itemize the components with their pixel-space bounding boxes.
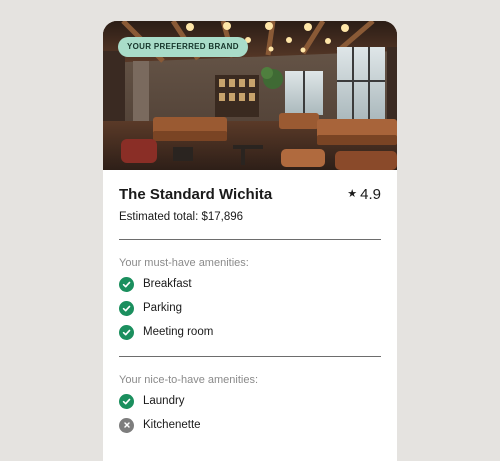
must-have-heading: Your must-have amenities: — [119, 257, 249, 269]
amenity-item-kitchenette: Kitchenette — [119, 417, 381, 433]
divider — [119, 239, 381, 240]
hotel-photo: YOUR PREFERRED BRAND — [103, 21, 397, 170]
check-icon — [119, 324, 134, 340]
amenity-label: Laundry — [143, 395, 185, 407]
divider — [119, 356, 381, 357]
amenity-label: Breakfast — [143, 278, 192, 290]
must-have-list: Breakfast Parking Meeting room — [119, 276, 381, 340]
amenity-label: Parking — [143, 302, 182, 314]
estimated-total: Estimated total: $17,896 — [119, 211, 244, 223]
nice-to-have-list: Laundry Kitchenette — [119, 393, 381, 433]
amenity-item-parking: Parking — [119, 300, 381, 316]
check-icon — [119, 393, 134, 409]
amenity-label: Kitchenette — [143, 419, 201, 431]
check-icon — [119, 276, 134, 292]
amenity-label: Meeting room — [143, 326, 214, 338]
rating: ★ 4.9 — [347, 186, 381, 203]
hotel-card[interactable]: YOUR PREFERRED BRAND The Standard Wichit… — [103, 21, 397, 461]
close-icon — [119, 417, 134, 433]
preferred-brand-badge: YOUR PREFERRED BRAND — [118, 37, 248, 57]
amenity-item-breakfast: Breakfast — [119, 276, 381, 292]
amenity-item-meeting-room: Meeting room — [119, 324, 381, 340]
hotel-name[interactable]: The Standard Wichita — [119, 186, 272, 203]
title-row: The Standard Wichita ★ 4.9 — [119, 186, 381, 203]
rating-value: 4.9 — [360, 186, 381, 203]
amenity-item-laundry: Laundry — [119, 393, 381, 409]
star-icon: ★ — [347, 188, 358, 200]
check-icon — [119, 300, 134, 316]
nice-to-have-heading: Your nice-to-have amenities: — [119, 374, 259, 386]
hotel-details: The Standard Wichita ★ 4.9 Estimated tot… — [103, 186, 397, 433]
